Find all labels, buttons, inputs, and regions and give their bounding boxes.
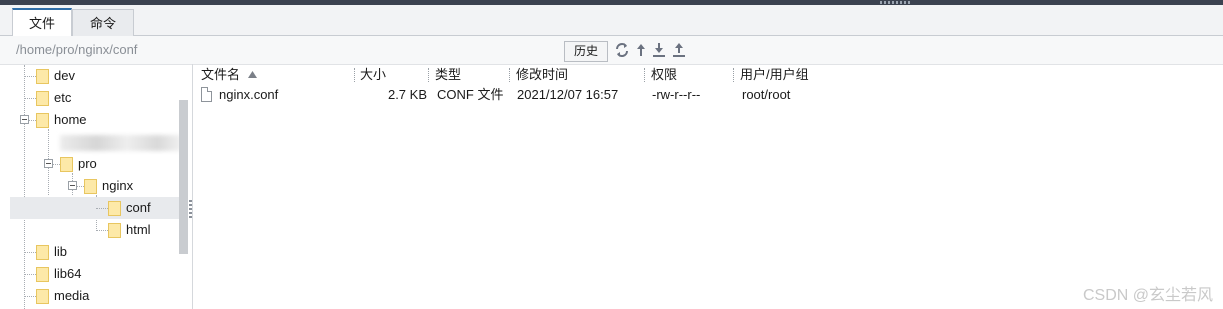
collapse-toggle-icon[interactable] <box>68 181 77 190</box>
file-type: CONF 文件 <box>437 87 504 102</box>
column-header-type[interactable]: 类型 <box>435 66 461 84</box>
tree-item-label: html <box>126 222 151 237</box>
tree-item-label: lib <box>54 244 68 259</box>
folder-icon <box>36 289 49 304</box>
tree-item-label: lib64 <box>54 266 82 281</box>
folder-link-icon <box>36 267 49 282</box>
watermark: CSDN @玄尘若风 <box>1082 287 1213 304</box>
history-button[interactable]: 历史 <box>564 41 608 62</box>
file-name: nginx.conf <box>219 87 279 102</box>
tree-item-label: media <box>54 288 90 303</box>
directory-tree: dev etc home pro nginx conf html lib lib… <box>10 65 190 309</box>
folder-icon <box>108 223 121 238</box>
file-row[interactable]: nginx.conf 2.7 KB CONF 文件 2021/12/07 16:… <box>196 85 1223 105</box>
file-permissions: -rw-r--r-- <box>652 87 701 102</box>
file-list-header: 文件名 大小 类型 修改时间 权限 用户/用户组 <box>196 66 1223 84</box>
tree-item-etc[interactable]: etc <box>10 87 180 109</box>
tree-scrollbar[interactable] <box>179 100 188 254</box>
column-header-owner[interactable]: 用户/用户组 <box>740 66 809 84</box>
splitter-grip[interactable] <box>189 200 192 220</box>
tree-item-label: dev <box>54 68 75 83</box>
folder-icon <box>36 91 49 106</box>
path-input[interactable]: /home/pro/nginx/conf <box>16 41 556 59</box>
column-header-modified[interactable]: 修改时间 <box>516 66 568 84</box>
tab-bar: 文件 命令 <box>0 5 1223 39</box>
window-drag-grip[interactable] <box>880 1 910 4</box>
folder-icon <box>36 69 49 84</box>
folder-icon <box>108 201 121 216</box>
tree-item-label: conf <box>126 200 151 215</box>
tree-item-nginx[interactable]: nginx <box>10 175 180 197</box>
tab-files[interactable]: 文件 <box>12 8 72 39</box>
tree-item-label: home <box>54 112 87 127</box>
tree-item-home[interactable]: home <box>10 109 180 131</box>
download-icon[interactable] <box>651 42 667 58</box>
upload-icon[interactable] <box>671 42 687 58</box>
tree-item-media[interactable]: media <box>10 285 180 307</box>
column-header-size[interactable]: 大小 <box>360 66 386 84</box>
column-header-permissions[interactable]: 权限 <box>651 66 677 84</box>
tree-item-label: nginx <box>102 178 134 193</box>
file-owner: root/root <box>742 87 791 102</box>
tree-item-conf[interactable]: conf <box>10 197 180 219</box>
folder-link-icon <box>36 245 49 260</box>
file-size: 2.7 KB <box>387 87 427 102</box>
tree-item-lib64[interactable]: lib64 <box>10 263 180 285</box>
tree-item-html[interactable]: html <box>10 219 180 241</box>
refresh-icon[interactable] <box>614 42 630 58</box>
collapse-toggle-icon[interactable] <box>44 159 53 168</box>
folder-open-icon <box>60 157 73 172</box>
file-icon <box>201 87 212 102</box>
pane-splitter[interactable] <box>192 64 193 309</box>
column-header-name[interactable]: 文件名 <box>201 66 240 84</box>
collapse-toggle-icon[interactable] <box>20 115 29 124</box>
tree-item-lib[interactable]: lib <box>10 241 180 263</box>
redacted-tree-item <box>60 135 182 151</box>
folder-open-icon <box>84 179 97 194</box>
tree-item-label: etc <box>54 90 72 105</box>
go-up-icon[interactable] <box>633 42 649 58</box>
path-bar: /home/pro/nginx/conf 历史 <box>0 36 1223 65</box>
sort-ascending-icon <box>248 71 257 78</box>
folder-open-icon <box>36 113 49 128</box>
tree-item-dev[interactable]: dev <box>10 65 180 87</box>
tree-item-label: pro <box>78 156 97 171</box>
file-modified: 2021/12/07 16:57 <box>517 87 619 102</box>
tab-commands[interactable]: 命令 <box>72 9 134 37</box>
tree-item-pro[interactable]: pro <box>10 153 180 175</box>
